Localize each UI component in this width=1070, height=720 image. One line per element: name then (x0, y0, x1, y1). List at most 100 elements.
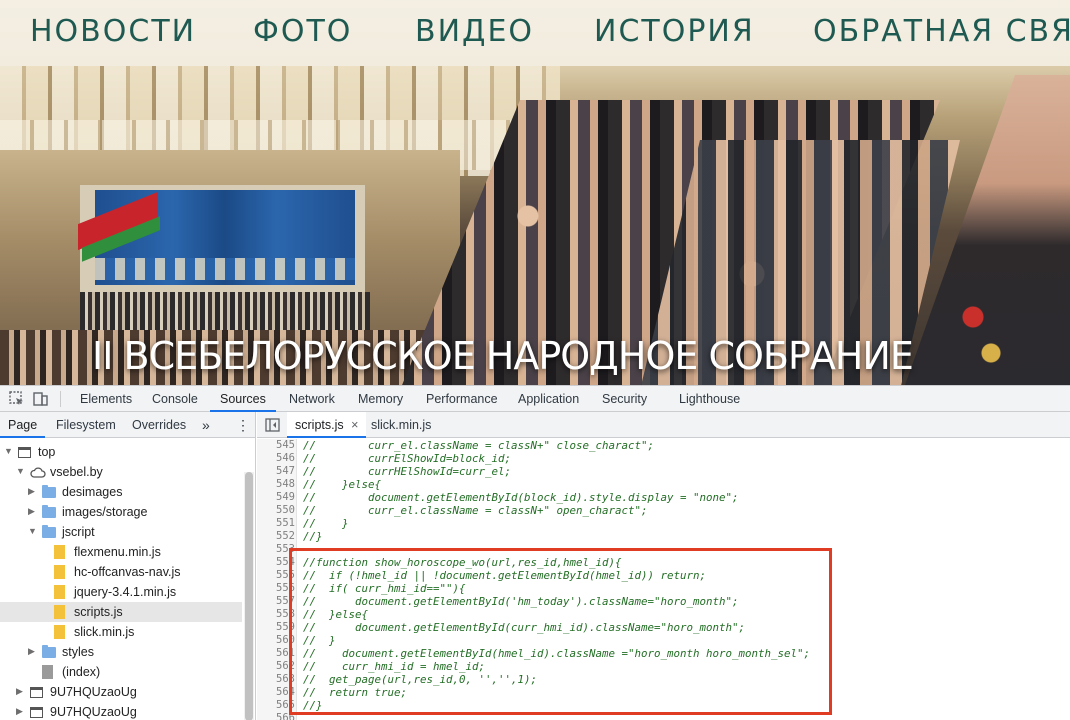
code-line[interactable]: // curr_el.className = classN+" open_cha… (303, 504, 648, 517)
expand-arrow-right-icon[interactable]: ▶ (16, 706, 23, 717)
code-line[interactable]: // }else{ (303, 608, 368, 621)
line-number[interactable]: 552 (257, 530, 295, 543)
line-number[interactable]: 557 (257, 595, 295, 608)
navigator-tab-filesystem[interactable]: Filesystem (56, 412, 116, 438)
line-number[interactable]: 546 (257, 452, 295, 465)
expand-arrow-down-icon[interactable]: ▼ (4, 446, 13, 456)
tab-application[interactable]: Application (518, 386, 579, 412)
expand-arrow-down-icon[interactable]: ▼ (28, 526, 37, 536)
nav-photo[interactable]: ФОТО (253, 14, 352, 49)
expand-arrow-right-icon[interactable]: ▶ (16, 686, 23, 697)
site-nav: НОВОСТИ ФОТО ВИДЕО ИСТОРИЯ ОБРАТНАЯ СВЯЗ… (0, 0, 1070, 66)
line-number[interactable]: 564 (257, 686, 295, 699)
expand-arrow-right-icon[interactable]: ▶ (28, 486, 35, 497)
device-toolbar-icon[interactable] (32, 390, 50, 408)
navigator-tab-overrides[interactable]: Overrides (132, 412, 186, 438)
curtain-ornament (95, 258, 355, 280)
tab-console[interactable]: Console (152, 386, 198, 412)
line-number[interactable]: 558 (257, 608, 295, 621)
tree-item[interactable]: flexmenu.min.js (0, 542, 242, 562)
code-line[interactable]: // } (303, 517, 349, 530)
tree-item[interactable]: ▼ jscript (0, 522, 242, 542)
line-number[interactable]: 565 (257, 699, 295, 712)
line-number[interactable]: 550 (257, 504, 295, 517)
tree-item[interactable]: scripts.js (0, 602, 242, 622)
code-line[interactable]: //} (303, 699, 323, 712)
nav-news[interactable]: НОВОСТИ (30, 14, 196, 49)
line-number[interactable]: 551 (257, 517, 295, 530)
code-line[interactable]: // document.getElementById(hmel_id).clas… (303, 647, 810, 660)
code-line[interactable]: // curr_el.className = classN+" close_ch… (303, 439, 654, 452)
code-line[interactable]: // if( curr_hmi_id==""){ (303, 582, 466, 595)
code-line[interactable]: // return true; (303, 686, 407, 699)
more-tabs-icon[interactable]: » (202, 412, 210, 438)
tree-item[interactable]: ▶ desimages (0, 482, 242, 502)
line-number[interactable]: 556 (257, 582, 295, 595)
tree-item-label: jscript (62, 525, 95, 539)
tree-item[interactable]: ▶ 9U7HQUzaoUg (0, 682, 242, 702)
inspect-element-icon[interactable] (8, 390, 26, 408)
tab-network[interactable]: Network (289, 386, 335, 412)
toggle-navigator-icon[interactable] (265, 418, 280, 432)
close-tab-icon[interactable]: × (351, 418, 358, 432)
tab-performance[interactable]: Performance (426, 386, 498, 412)
code-line[interactable]: //} (303, 530, 323, 543)
line-number[interactable]: 559 (257, 621, 295, 634)
navigator-menu-icon[interactable]: ⋮ (236, 412, 250, 438)
line-number[interactable]: 549 (257, 491, 295, 504)
expand-arrow-right-icon[interactable]: ▶ (28, 506, 35, 517)
js-file-icon (54, 565, 65, 579)
tab-sources[interactable]: Sources (210, 386, 276, 412)
line-number[interactable]: 548 (257, 478, 295, 491)
code-line[interactable]: // document.getElementById(curr_hmi_id).… (303, 621, 745, 634)
line-number[interactable]: 561 (257, 647, 295, 660)
expand-arrow-right-icon[interactable]: ▶ (28, 646, 35, 657)
tree-item[interactable]: ▶ images/storage (0, 502, 242, 522)
code-line[interactable]: // document.getElementById(block_id).sty… (303, 491, 739, 504)
tree-item[interactable]: ▶ styles (0, 642, 242, 662)
tab-memory[interactable]: Memory (358, 386, 403, 412)
navigator-tab-page[interactable]: Page (0, 412, 46, 438)
code-line[interactable]: // curr_hmi_id = hmel_id; (303, 660, 485, 673)
code-line[interactable]: // currHElShowId=curr_el; (303, 465, 511, 478)
line-number[interactable]: 554 (257, 556, 295, 569)
tab-elements[interactable]: Elements (80, 386, 132, 412)
code-line[interactable]: // document.getElementById('hm_today').c… (303, 595, 739, 608)
expand-arrow-down-icon[interactable]: ▼ (16, 466, 25, 476)
tree-item[interactable]: ▶ 9U7HQUzaoUg (0, 702, 242, 720)
editor-tab-scripts[interactable]: scripts.js × (287, 412, 367, 438)
line-number[interactable]: 566 (257, 712, 295, 720)
code-line[interactable]: // }else{ (303, 478, 381, 491)
nav-video[interactable]: ВИДЕО (415, 14, 534, 49)
line-number[interactable]: 547 (257, 465, 295, 478)
code-line[interactable]: //function show_horoscope_wo(url,res_id,… (303, 556, 622, 569)
medals (955, 290, 1015, 380)
line-number[interactable]: 562 (257, 660, 295, 673)
tree-item[interactable]: ▼ top (0, 442, 242, 462)
editor-tab-slick[interactable]: slick.min.js (371, 412, 431, 438)
tree-item[interactable]: hc-offcanvas-nav.js (0, 562, 242, 582)
line-number[interactable]: 555 (257, 569, 295, 582)
nav-history[interactable]: ИСТОРИЯ (594, 14, 755, 49)
tree-item-label: slick.min.js (74, 625, 135, 639)
line-number[interactable]: 545 (257, 439, 295, 452)
js-file-icon (54, 585, 65, 599)
code-line[interactable]: // } (303, 634, 336, 647)
tree-item-label: jquery-3.4.1.min.js (74, 585, 177, 599)
tab-security[interactable]: Security (602, 386, 647, 412)
code-line[interactable]: // if (!hmel_id || !document.getElementB… (303, 569, 706, 582)
navigator-scrollbar[interactable] (245, 472, 253, 720)
cloud-icon (30, 466, 46, 478)
nav-feedback[interactable]: ОБРАТНАЯ СВЯЗЬ (813, 14, 1070, 49)
line-number[interactable]: 563 (257, 673, 295, 686)
line-number[interactable]: 560 (257, 634, 295, 647)
editor-tabbar: scripts.js × slick.min.js (257, 412, 1070, 438)
tree-item[interactable]: jquery-3.4.1.min.js (0, 582, 242, 602)
tree-item[interactable]: slick.min.js (0, 622, 242, 642)
tree-item[interactable]: (index) (0, 662, 242, 682)
line-number[interactable]: 553 (257, 543, 295, 556)
code-line[interactable]: // get_page(url,res_id,0, '','',1); (303, 673, 537, 686)
tab-lighthouse[interactable]: Lighthouse (679, 386, 740, 412)
tree-item[interactable]: ▼ vsebel.by (0, 462, 242, 482)
code-line[interactable]: // currElShowId=block_id; (303, 452, 511, 465)
